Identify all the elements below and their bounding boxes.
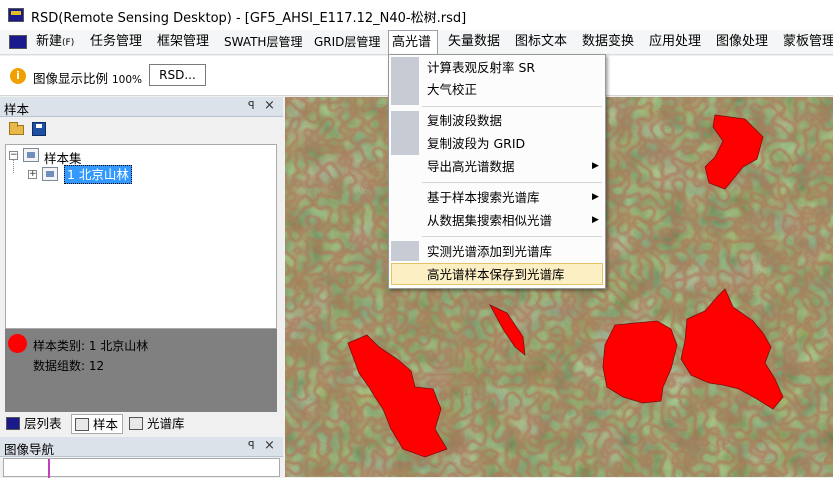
menu-separator bbox=[422, 106, 602, 107]
sample-panel-header: 样本 ꟼ × bbox=[0, 97, 283, 117]
menu-item-search-similar-spectra[interactable]: 从数据集搜索相似光谱 bbox=[427, 211, 552, 231]
sample-info: 样本类别: 1 北京山林 数据组数: 12 bbox=[5, 329, 277, 412]
menu-new[interactable]: 新建(F) bbox=[33, 30, 77, 54]
menu-icon-strip bbox=[391, 241, 419, 261]
menu-icon-strip bbox=[391, 57, 419, 105]
menu-image-processing[interactable]: 图像处理 bbox=[713, 30, 771, 54]
hyperspectral-dropdown: 计算表观反射率 SR 大气校正 复制波段数据 复制波段为 GRID 导出高光谱数… bbox=[388, 54, 606, 289]
sample-tree[interactable]: − 样本集 + 1 北京山林 bbox=[5, 144, 277, 329]
menu-vector[interactable]: 矢量数据 bbox=[445, 30, 503, 54]
menu-mask[interactable]: 蒙板管理 bbox=[780, 30, 833, 54]
window-title: RSD(Remote Sensing Desktop) - [GF5_AHSI_… bbox=[31, 11, 467, 26]
menu-icon-text[interactable]: 图标文本 bbox=[512, 30, 570, 54]
menu-application[interactable]: 应用处理 bbox=[646, 30, 704, 54]
nav-panel-title: 图像导航 bbox=[4, 442, 55, 457]
menu-separator bbox=[422, 236, 602, 237]
menu-task[interactable]: 任务管理 bbox=[87, 30, 145, 54]
image-navigation-panel: 图像导航 ꟼ × bbox=[0, 437, 283, 478]
menu-item-copy-band[interactable]: 复制波段数据 bbox=[427, 111, 502, 131]
rsd-button[interactable]: RSD... bbox=[149, 64, 206, 86]
menu-icon-strip bbox=[391, 111, 419, 155]
sample-set-icon bbox=[23, 148, 39, 162]
title-bar: RSD(Remote Sensing Desktop) - [GF5_AHSI_… bbox=[0, 0, 833, 30]
tab-samples[interactable]: 样本 bbox=[71, 414, 123, 434]
nav-close-icon[interactable]: × bbox=[264, 438, 275, 453]
navigation-canvas[interactable] bbox=[3, 458, 280, 478]
spectral-library-icon bbox=[129, 417, 143, 430]
menu-item-add-measured-spectra[interactable]: 实测光谱添加到光谱库 bbox=[427, 242, 552, 262]
tree-line bbox=[13, 159, 15, 173]
tree-expand-icon[interactable]: + bbox=[28, 170, 37, 179]
menu-separator bbox=[422, 182, 602, 183]
sample-count: 数据组数: 12 bbox=[33, 359, 105, 373]
sample-panel-toolbar bbox=[0, 117, 283, 141]
menu-swath[interactable]: SWATH层管理 bbox=[221, 30, 305, 54]
zoom-label: 图像显示比例 100% bbox=[33, 71, 143, 86]
menu-item-copy-band-grid[interactable]: 复制波段为 GRID bbox=[427, 134, 525, 154]
menu-transform[interactable]: 数据变换 bbox=[579, 30, 637, 54]
menu-item-search-library-by-sample[interactable]: 基于样本搜索光谱库 bbox=[427, 188, 540, 208]
panel-tabs: 层列表 样本 光谱库 bbox=[0, 412, 283, 437]
menu-frame[interactable]: 框架管理 bbox=[154, 30, 212, 54]
nav-viewport-marker[interactable] bbox=[48, 459, 50, 478]
samples-tab-icon bbox=[75, 418, 89, 431]
sample-color-swatch bbox=[8, 334, 27, 353]
save-icon[interactable] bbox=[32, 122, 46, 136]
tab-layer-list[interactable]: 层列表 bbox=[3, 414, 69, 434]
layer-list-icon bbox=[6, 417, 20, 430]
sample-panel: 样本 ꟼ × − 样本集 + 1 北京山林 样本类别: 1 北京山林 数据组数:… bbox=[0, 97, 283, 412]
submenu-arrow-icon: ▶ bbox=[592, 161, 599, 171]
close-icon[interactable]: × bbox=[264, 98, 275, 113]
info-icon: i bbox=[10, 68, 26, 84]
menu-grid[interactable]: GRID层管理 bbox=[311, 30, 383, 54]
sample-panel-title: 样本 bbox=[4, 102, 30, 117]
app-icon bbox=[8, 8, 24, 22]
open-folder-icon[interactable] bbox=[9, 122, 24, 135]
pin-icon[interactable]: ꟼ bbox=[248, 99, 255, 112]
menu-hyperspectral[interactable]: 高光谱 bbox=[388, 30, 438, 55]
submenu-arrow-icon: ▶ bbox=[592, 215, 599, 225]
submenu-arrow-icon: ▶ bbox=[592, 192, 599, 202]
sample-category: 样本类别: 1 北京山林 bbox=[33, 339, 149, 353]
nav-panel-header: 图像导航 ꟼ × bbox=[0, 437, 283, 457]
menu-item-save-samples-to-library[interactable]: 高光谱样本保存到光谱库 bbox=[427, 265, 565, 285]
menu-item-calc-reflectance[interactable]: 计算表观反射率 SR bbox=[427, 58, 535, 78]
tree-item-beijing-forest[interactable]: 1 北京山林 bbox=[64, 165, 132, 184]
menu-item-export-hyperspectral[interactable]: 导出高光谱数据 bbox=[427, 157, 515, 177]
nav-pin-icon[interactable]: ꟼ bbox=[248, 439, 255, 452]
tab-spectral-library[interactable]: 光谱库 bbox=[126, 414, 192, 434]
menu-item-atmospheric-correction[interactable]: 大气校正 bbox=[427, 80, 477, 100]
sample-class-icon bbox=[42, 167, 58, 181]
menu-bar: 新建(F) 任务管理 框架管理 SWATH层管理 GRID层管理 高光谱 矢量数… bbox=[0, 30, 833, 55]
app-menu-icon[interactable] bbox=[9, 35, 27, 49]
